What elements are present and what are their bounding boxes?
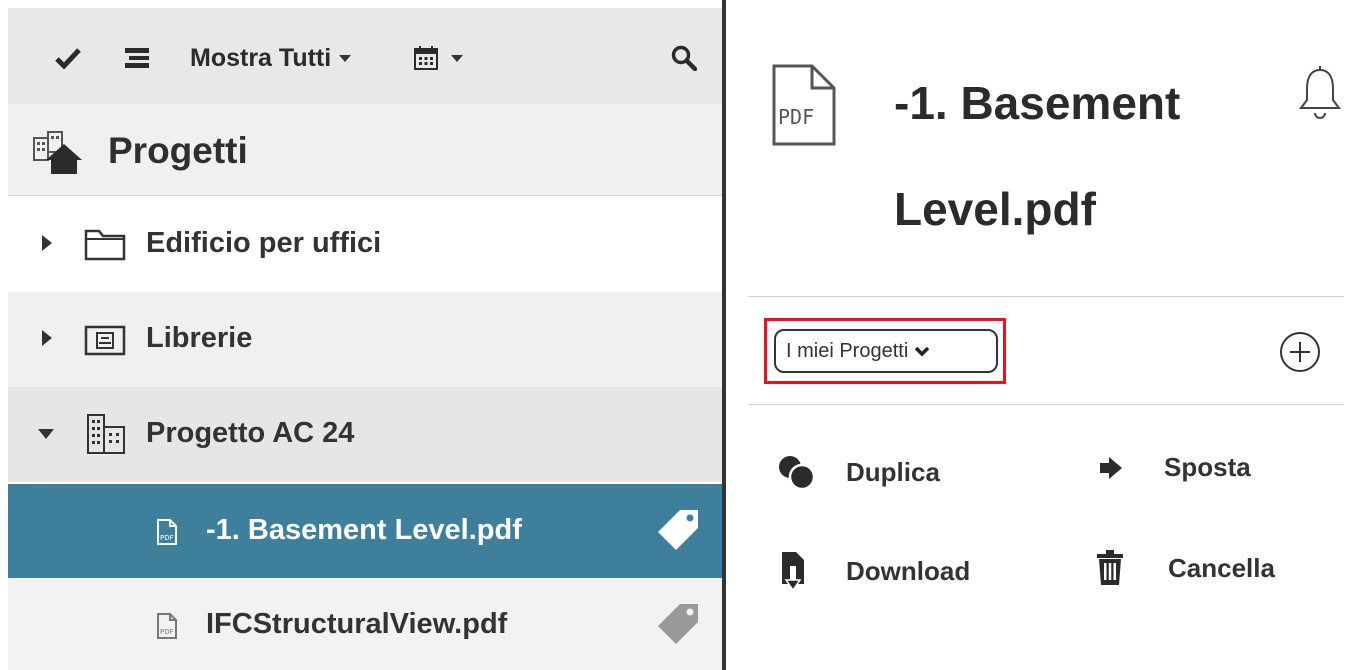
download-label: Download <box>846 555 971 586</box>
caret-down-icon <box>451 54 463 62</box>
tree-item-progetto-ac-24[interactable]: Progetto AC 24 <box>8 387 722 482</box>
collapse-arrow-icon[interactable] <box>38 429 54 439</box>
duplicate-button[interactable]: Duplica <box>776 452 940 492</box>
tag-icon[interactable] <box>656 602 700 651</box>
arrow-right-icon <box>1100 456 1122 479</box>
tree-item-basement-level-pdf[interactable]: PDF -1. Basement Level.pdf <box>8 484 722 578</box>
project-select-dropdown[interactable]: I miei Progetti <box>774 329 998 373</box>
add-project-button[interactable] <box>1278 330 1322 379</box>
tree-item-librerie[interactable]: Librerie <box>8 292 722 387</box>
download-icon <box>782 552 804 592</box>
pdf-file-icon: PDF <box>156 518 178 551</box>
chevron-down-icon <box>914 340 930 363</box>
download-button[interactable]: Download <box>780 550 970 592</box>
svg-text:PDF: PDF <box>160 628 174 636</box>
svg-text:PDF: PDF <box>160 534 174 542</box>
separator <box>748 296 1344 297</box>
expand-arrow-icon[interactable] <box>42 235 52 251</box>
duplicate-icon <box>779 456 816 491</box>
list-icon[interactable] <box>120 42 154 74</box>
project-select-value: I miei Progetti <box>786 339 909 362</box>
pdf-document-icon: PDF <box>772 64 838 151</box>
file-detail-panel: PDF -1. Basement Level.pdf I miei Proget… <box>726 0 1372 670</box>
caret-down-icon <box>339 54 352 62</box>
duplicate-label: Duplica <box>846 456 940 487</box>
projects-title: Progetti <box>108 130 248 171</box>
bell-icon[interactable] <box>1298 64 1342 129</box>
tree-item-edificio[interactable]: Edificio per uffici <box>8 197 722 292</box>
projects-header: Progetti <box>8 104 722 196</box>
tree-item-label: Edificio per uffici <box>146 227 382 259</box>
tree-item-label: -1. Basement Level.pdf <box>206 514 522 546</box>
delete-label: Cancella <box>1168 552 1275 583</box>
tree-item-ifc-structural-view-pdf[interactable]: PDF IFCStructuralView.pdf <box>8 578 722 670</box>
building-icon <box>86 413 126 460</box>
tree-item-label: Librerie <box>146 322 253 354</box>
pdf-file-icon: PDF <box>156 612 178 645</box>
check-icon[interactable] <box>52 42 84 74</box>
folder-icon <box>84 227 126 266</box>
search-icon[interactable] <box>666 40 702 76</box>
trash-icon <box>1097 550 1123 585</box>
move-button[interactable]: Sposta <box>1098 452 1251 483</box>
tag-icon[interactable] <box>656 508 700 557</box>
date-filter-dropdown[interactable] <box>413 38 463 78</box>
expand-arrow-icon[interactable] <box>42 330 52 346</box>
file-title: -1. Basement Level.pdf <box>894 77 1181 235</box>
separator <box>748 404 1344 405</box>
move-label: Sposta <box>1164 452 1251 482</box>
tree-toolbar: Mostra Tutti <box>8 8 722 104</box>
library-folder-icon <box>84 324 126 361</box>
tree-item-label: IFCStructuralView.pdf <box>206 608 508 640</box>
tree-item-label: Progetto AC 24 <box>146 417 355 449</box>
calendar-icon <box>414 46 438 70</box>
delete-button[interactable]: Cancella <box>1096 550 1275 586</box>
show-all-filter-dropdown[interactable]: Mostra Tutti <box>190 38 352 78</box>
show-all-label: Mostra Tutti <box>190 43 332 72</box>
pdf-icon-text: PDF <box>778 105 814 129</box>
projects-icon <box>32 130 88 181</box>
project-tree-panel: Mostra Tutti Progetti Edificio per uffic… <box>0 0 722 670</box>
